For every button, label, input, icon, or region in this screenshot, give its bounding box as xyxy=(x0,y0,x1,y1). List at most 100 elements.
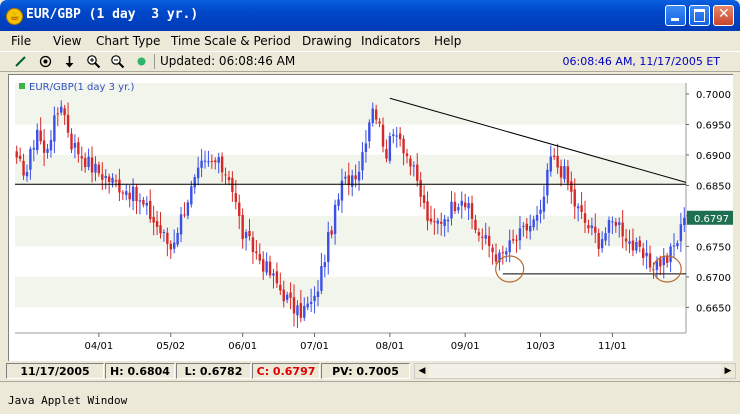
candle-body xyxy=(453,201,457,212)
candle-body xyxy=(121,192,125,194)
candle-body xyxy=(535,214,539,221)
candle-body xyxy=(638,240,641,247)
candle-body xyxy=(573,189,576,207)
candle-body xyxy=(422,195,426,203)
candle-body xyxy=(107,176,111,182)
candle-body xyxy=(416,164,419,181)
candle-body xyxy=(429,218,433,222)
candle-body xyxy=(511,239,515,241)
candle-body xyxy=(97,164,101,174)
menu-time-scale-period[interactable]: Time Scale & Period xyxy=(171,34,291,48)
close-button[interactable]: ✕ xyxy=(713,5,734,26)
y-tick-label: 0.6850 xyxy=(696,181,731,192)
candle-body xyxy=(529,225,532,232)
candle-body xyxy=(631,240,635,251)
candle-body xyxy=(505,251,508,255)
candle-body xyxy=(183,214,186,216)
horizontal-scrollbar[interactable]: ◀ ▶ xyxy=(414,363,736,379)
candle-body xyxy=(296,305,299,316)
candle-body xyxy=(683,217,686,226)
candle-body xyxy=(426,201,429,221)
menu-view[interactable]: View xyxy=(53,34,81,48)
x-tick-label: 04/01 xyxy=(84,341,113,352)
candle-body xyxy=(265,261,268,273)
candle-body xyxy=(66,114,70,133)
candle-body xyxy=(234,193,238,203)
candle-body xyxy=(285,294,289,300)
candle-body xyxy=(262,259,265,272)
candle-body xyxy=(210,161,214,163)
chart-panel[interactable]: 0.70000.69500.69000.68500.68000.67500.67… xyxy=(8,74,733,361)
candle-body xyxy=(25,172,29,177)
candle-body xyxy=(320,266,323,291)
scroll-right-icon[interactable]: ▶ xyxy=(721,364,735,378)
candle-body xyxy=(196,167,200,179)
candle-body xyxy=(546,169,549,196)
candle-body xyxy=(337,199,340,206)
x-tick-label: 07/01 xyxy=(300,341,329,352)
status-bar: 11/17/2005 H: 0.6804 L: 0.6782 C: 0.6797… xyxy=(4,362,736,380)
candle-body xyxy=(624,238,628,242)
zoom-in-icon[interactable] xyxy=(86,54,101,69)
menu-file[interactable]: File xyxy=(11,34,31,48)
menu-help[interactable]: Help xyxy=(434,34,461,48)
candle-body xyxy=(659,258,662,267)
candle-body xyxy=(244,232,248,239)
status-date: 11/17/2005 xyxy=(6,363,104,379)
candle-body xyxy=(323,262,327,268)
candle-body xyxy=(125,191,128,195)
candle-body xyxy=(203,160,207,162)
y-tick-label: 0.6750 xyxy=(696,242,731,253)
candle-body xyxy=(419,180,422,197)
candle-body xyxy=(662,256,665,266)
candle-body xyxy=(648,253,652,268)
candle-body xyxy=(354,175,357,180)
candle-body xyxy=(371,108,374,123)
down-arrow-icon[interactable] xyxy=(62,54,77,69)
menu-drawing[interactable]: Drawing xyxy=(302,34,352,48)
zoom-out-icon[interactable] xyxy=(110,54,125,69)
candle-body xyxy=(412,165,416,167)
status-high: H: 0.6804 xyxy=(105,363,175,379)
candle-body xyxy=(207,161,210,163)
maximize-button[interactable] xyxy=(689,5,710,26)
candle-body xyxy=(583,213,587,223)
x-tick-label: 09/01 xyxy=(451,341,480,352)
java-coffee-icon[interactable]: ☕ xyxy=(6,8,23,25)
candle-body xyxy=(118,179,121,193)
minimize-icon xyxy=(671,18,679,21)
minimize-button[interactable] xyxy=(665,5,686,26)
crosshair-icon[interactable] xyxy=(38,54,53,69)
candle-body xyxy=(114,180,118,182)
candle-body xyxy=(385,148,388,159)
candle-body xyxy=(238,202,241,217)
candle-body xyxy=(594,226,597,233)
candle-body xyxy=(279,284,282,291)
candle-body xyxy=(351,175,354,187)
candle-body xyxy=(60,106,63,113)
candle-body xyxy=(570,181,573,192)
candle-body xyxy=(381,124,385,147)
candle-body xyxy=(145,202,149,206)
draw-line-icon[interactable] xyxy=(13,54,28,69)
candle-body xyxy=(501,252,505,254)
candle-body xyxy=(364,143,368,152)
candle-body xyxy=(597,233,600,249)
candle-body xyxy=(73,143,77,148)
candle-body xyxy=(268,261,272,276)
candle-body xyxy=(600,239,604,249)
scroll-left-icon[interactable]: ◀ xyxy=(415,364,429,378)
candle-body xyxy=(607,219,611,233)
candle-body xyxy=(186,202,190,216)
candle-body xyxy=(172,242,176,249)
toolbar: Updated: 06:08:46 AM 06:08:46 AM, 11/17/… xyxy=(0,51,740,72)
menu-chart-type[interactable]: Chart Type xyxy=(96,34,160,48)
candle-body xyxy=(176,232,179,245)
menu-bar: File View Chart Type Time Scale & Period… xyxy=(0,31,740,51)
price-chart[interactable]: 0.70000.69500.69000.68500.68000.67500.67… xyxy=(9,75,733,361)
candle-body xyxy=(494,254,498,262)
candle-body xyxy=(255,251,258,254)
menu-indicators[interactable]: Indicators xyxy=(361,34,420,48)
candle-body xyxy=(436,220,439,224)
candle-body xyxy=(457,207,460,211)
